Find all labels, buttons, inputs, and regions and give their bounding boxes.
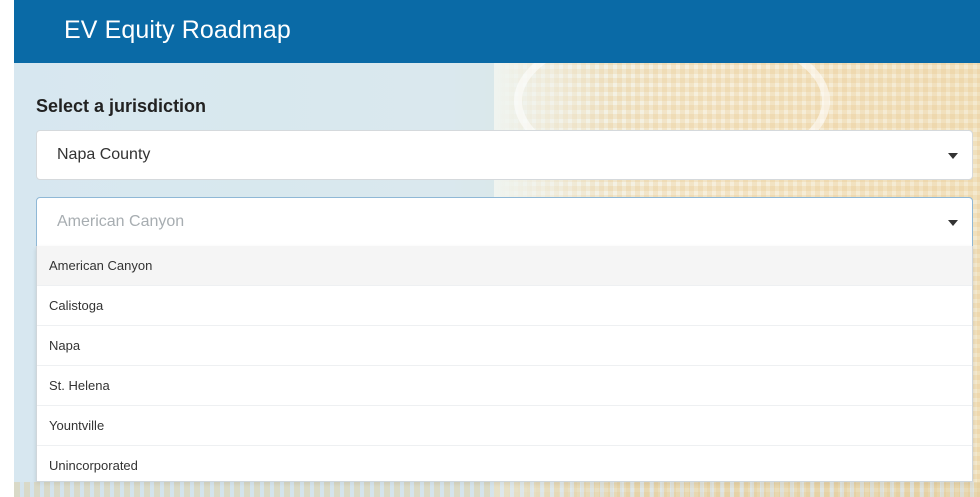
dropdown-option-american-canyon[interactable]: American Canyon [37, 246, 972, 286]
dropdown-option-napa[interactable]: Napa [37, 326, 972, 366]
city-dropdown-menu: American Canyon Calistoga Napa St. Helen… [36, 246, 973, 482]
dropdown-option-st-helena[interactable]: St. Helena [37, 366, 972, 406]
map-bottom-strip [14, 482, 980, 497]
app-title: EV Equity Roadmap [64, 16, 291, 44]
caret-down-icon[interactable] [948, 153, 958, 159]
page: EV Equity Roadmap Select a jurisdiction … [0, 0, 980, 497]
dropdown-option-calistoga[interactable]: Calistoga [37, 286, 972, 326]
caret-down-icon[interactable] [948, 220, 958, 226]
left-gutter [0, 0, 14, 497]
dropdown-option-yountville[interactable]: Yountville [37, 406, 972, 446]
jurisdiction-label: Select a jurisdiction [36, 96, 207, 116]
city-select-placeholder: American Canyon [57, 213, 185, 230]
county-select[interactable]: Napa County [36, 130, 973, 180]
app-header: EV Equity Roadmap [14, 0, 980, 63]
dropdown-option-unincorporated[interactable]: Unincorporated [37, 446, 972, 486]
county-select-value: Napa County [57, 146, 151, 163]
city-select[interactable]: American Canyon [36, 197, 973, 247]
